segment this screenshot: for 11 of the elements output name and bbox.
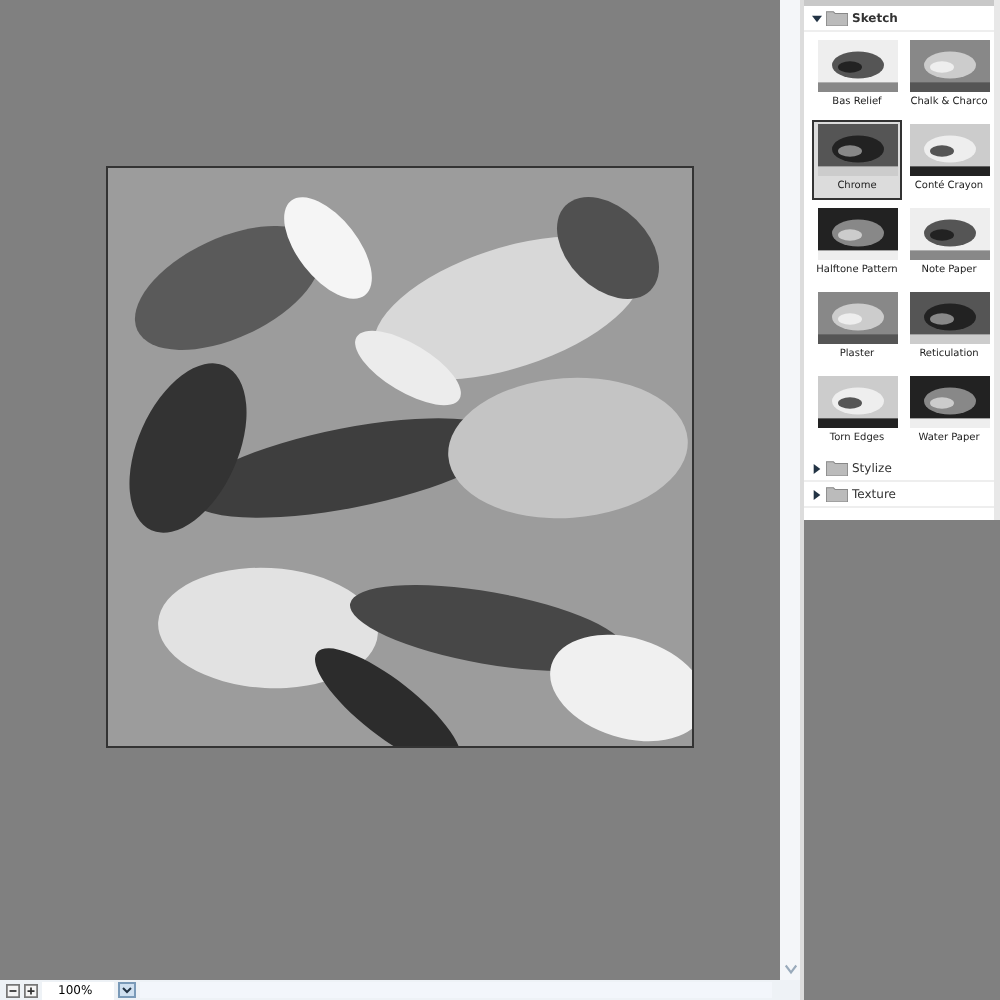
zoom-in-icon[interactable] <box>24 983 38 997</box>
dropdown-icon[interactable] <box>118 982 136 998</box>
expander-icon[interactable] <box>812 463 822 473</box>
zoom-out-icon[interactable] <box>6 983 20 997</box>
folder-icon <box>826 10 848 26</box>
vertical-scrollbar[interactable] <box>780 0 800 980</box>
horizontal-scrollbar[interactable] <box>140 982 772 998</box>
folder-icon <box>826 460 848 476</box>
folder-icon <box>826 486 848 502</box>
expander-icon[interactable] <box>812 13 822 23</box>
expander-icon[interactable] <box>812 489 822 499</box>
